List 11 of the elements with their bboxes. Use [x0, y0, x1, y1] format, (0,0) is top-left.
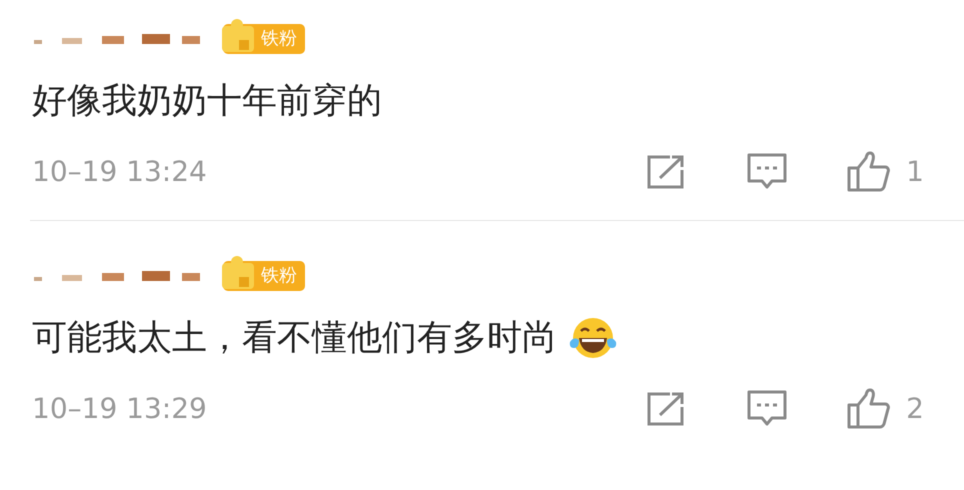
- share-icon[interactable]: [646, 391, 686, 427]
- comment-text: 可能我太土，看不懂他们有多时尚: [32, 320, 557, 356]
- comment-time: 10–19 13:29: [32, 395, 207, 423]
- share-icon[interactable]: [646, 154, 686, 190]
- laughing-emoji-icon: [567, 316, 619, 360]
- like-count: 2: [906, 395, 924, 423]
- thumbs-up-icon[interactable]: [846, 388, 892, 430]
- comment-time: 10–19 13:24: [32, 158, 207, 186]
- thumbs-up-icon[interactable]: [846, 151, 892, 193]
- like-count: 1: [906, 158, 924, 186]
- comment-text: 好像我奶奶十年前穿的: [32, 84, 382, 118]
